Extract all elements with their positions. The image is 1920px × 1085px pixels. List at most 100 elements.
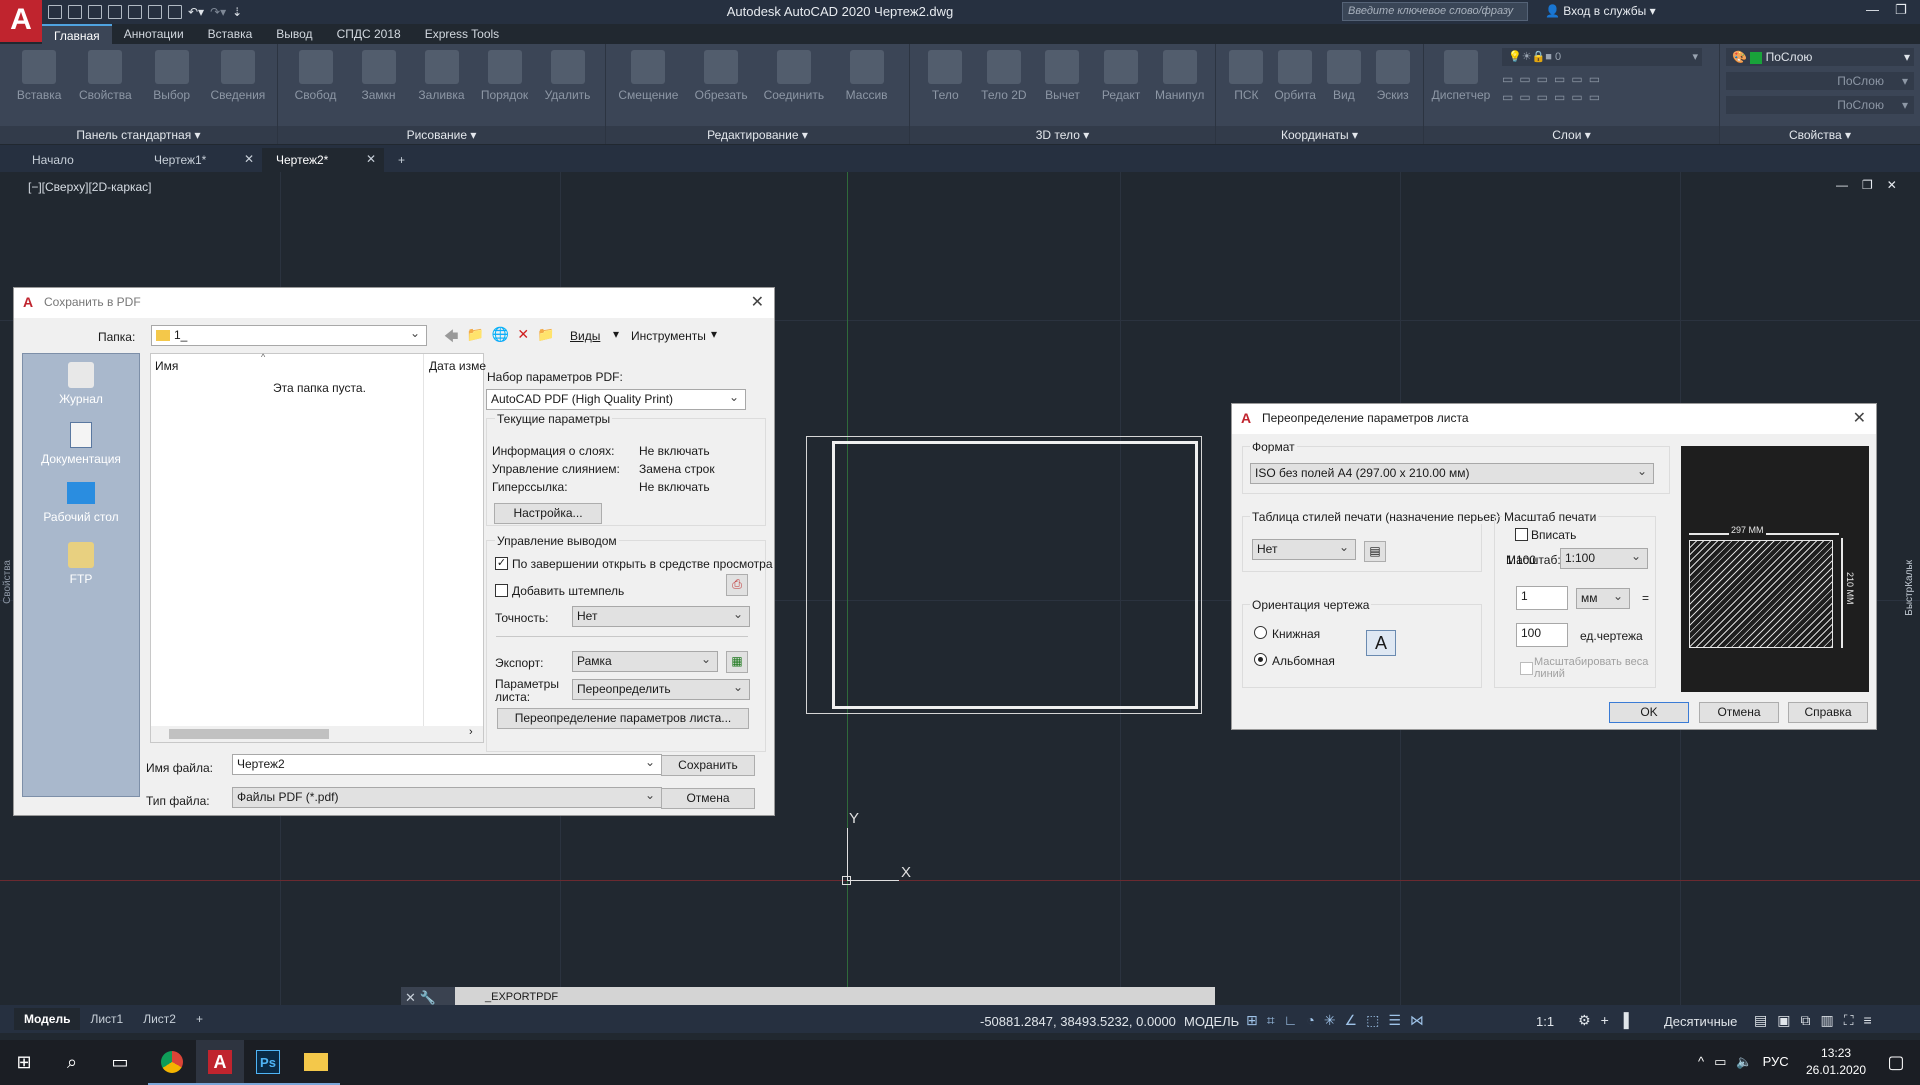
array-button[interactable]: Массив bbox=[836, 48, 898, 102]
landscape-radio[interactable] bbox=[1254, 653, 1267, 666]
info-button[interactable]: Сведения bbox=[207, 48, 269, 102]
order-button[interactable]: Порядок bbox=[474, 48, 536, 102]
add-layout-button[interactable]: + bbox=[186, 1008, 213, 1030]
desktop-place[interactable]: Рабочий стол bbox=[23, 482, 139, 524]
scale-lineweights-checkbox[interactable] bbox=[1520, 662, 1533, 675]
view-button[interactable]: Вид bbox=[1320, 48, 1369, 102]
network-icon[interactable]: ▭ bbox=[1714, 1054, 1726, 1070]
search-icon[interactable]: ⌕ bbox=[48, 1040, 96, 1085]
tab-drawing1[interactable]: Чертеж1* ✕ bbox=[140, 148, 262, 172]
select-window-icon[interactable]: ▦ bbox=[726, 651, 748, 673]
undo-icon[interactable]: ↶▾ bbox=[188, 5, 204, 19]
close-icon[interactable]: ✕ bbox=[244, 152, 254, 166]
gizmo-button[interactable]: Манипул bbox=[1150, 48, 1209, 102]
ucs-button[interactable]: ПСК bbox=[1222, 48, 1271, 102]
tab-layout1[interactable]: Лист1 bbox=[80, 1008, 133, 1030]
customize-icon[interactable]: ⇣ bbox=[232, 5, 242, 19]
trim-button[interactable]: Обрезать bbox=[690, 48, 752, 102]
precision-dropdown[interactable]: Нет bbox=[572, 606, 750, 627]
back-icon[interactable]: 🡄 bbox=[444, 326, 458, 350]
model-space-button[interactable]: МОДЕЛЬ bbox=[1184, 1014, 1239, 1029]
new-tab-button[interactable]: + bbox=[384, 148, 414, 172]
portrait-radio[interactable] bbox=[1254, 626, 1267, 639]
polar-icon[interactable]: ◔ bbox=[1306, 1012, 1314, 1029]
snap-icon[interactable]: ⌗ bbox=[1267, 1012, 1275, 1029]
units-input[interactable]: 100 bbox=[1516, 623, 1568, 647]
panel-title[interactable]: Рисование ▾ bbox=[278, 126, 605, 144]
orbit-button[interactable]: Орбита bbox=[1271, 48, 1320, 102]
plotstyle-edit-icon[interactable]: ▤ bbox=[1364, 541, 1386, 562]
close-icon[interactable]: ✕ bbox=[751, 292, 764, 312]
mm-input[interactable]: 1 bbox=[1516, 586, 1568, 610]
panel-title[interactable]: Панель стандартная ▾ bbox=[0, 126, 277, 144]
tab-start[interactable]: Начало bbox=[18, 148, 140, 172]
format-dropdown[interactable]: ISO без полей A4 (297.00 x 210.00 мм) bbox=[1250, 463, 1654, 484]
lineweight-dropdown[interactable]: ПоСлою ▾ bbox=[1726, 96, 1914, 114]
close-icon[interactable]: ✕ bbox=[405, 990, 416, 1005]
panel-title[interactable]: Редактирование ▾ bbox=[606, 126, 909, 144]
search-input[interactable]: Введите ключевое слово/фразу bbox=[1342, 2, 1528, 21]
ftp-place[interactable]: FTP bbox=[23, 542, 139, 586]
print-icon[interactable] bbox=[168, 5, 182, 19]
windows-start-icon[interactable]: ⊞ bbox=[0, 1040, 48, 1085]
tab-drawing2[interactable]: Чертеж2* ✕ bbox=[262, 148, 384, 172]
horizontal-scrollbar[interactable]: › bbox=[151, 726, 483, 742]
insert-button[interactable]: Вставка bbox=[8, 48, 70, 102]
file-list[interactable]: Имя ^ Дата изме Эта папка пуста. › bbox=[150, 352, 486, 743]
volume-icon[interactable]: 🔈 bbox=[1736, 1054, 1752, 1070]
tab-insert[interactable]: Вставка bbox=[196, 24, 265, 44]
plot-icon[interactable] bbox=[128, 5, 142, 19]
chrome-icon[interactable] bbox=[148, 1040, 196, 1085]
edit-button[interactable]: Редакт bbox=[1092, 48, 1151, 102]
tab-annotate[interactable]: Аннотации bbox=[112, 24, 196, 44]
new-icon[interactable] bbox=[48, 5, 62, 19]
save-icon[interactable] bbox=[88, 5, 102, 19]
minimize-icon[interactable]: — bbox=[1866, 2, 1879, 18]
dynucs-icon[interactable]: ⬚ bbox=[1366, 1012, 1379, 1029]
tab-model[interactable]: Модель bbox=[14, 1008, 81, 1030]
page-override-button[interactable]: Переопределение параметров листа... bbox=[497, 708, 749, 729]
filename-input[interactable]: Чертеж2 bbox=[232, 754, 662, 775]
annotation-scale[interactable]: 1:1 bbox=[1536, 1014, 1554, 1029]
transparency-icon[interactable]: ⋈ bbox=[1410, 1012, 1424, 1029]
coordinates-readout[interactable]: -50881.2847, 38493.5232, 0.0000 bbox=[980, 1014, 1176, 1029]
history-place[interactable]: Журнал bbox=[23, 362, 139, 406]
views-dropdown-icon[interactable]: ▾ bbox=[613, 327, 619, 341]
gear-icon[interactable]: ⚙ bbox=[1578, 1012, 1591, 1029]
save-as-icon[interactable] bbox=[108, 5, 122, 19]
isolate-icon[interactable]: ⧉ bbox=[1800, 1012, 1810, 1029]
open-icon[interactable] bbox=[68, 5, 82, 19]
web-icon[interactable] bbox=[148, 5, 162, 19]
column-date[interactable]: Дата изме bbox=[429, 359, 486, 373]
ortho-icon[interactable]: ∟ bbox=[1284, 1012, 1298, 1029]
page-setup-dropdown[interactable]: Переопределить bbox=[572, 679, 750, 700]
layer-dropdown[interactable]: 💡☀🔒■ 0 ▾ bbox=[1502, 48, 1702, 66]
up-folder-icon[interactable]: 📁 bbox=[466, 326, 483, 350]
close-icon[interactable]: ✕ bbox=[366, 152, 376, 166]
signin-button[interactable]: 👤 Вход в службы ▾ bbox=[1545, 4, 1656, 18]
otrack-icon[interactable]: ∠ bbox=[1345, 1012, 1358, 1029]
join-button[interactable]: Соединить bbox=[763, 48, 825, 102]
open-after-checkbox[interactable]: ✓ bbox=[495, 557, 508, 570]
filetype-dropdown[interactable]: Файлы PDF (*.pdf) bbox=[232, 787, 662, 808]
preset-dropdown[interactable]: AutoCAD PDF (High Quality Print) bbox=[486, 389, 746, 410]
sketch-button[interactable]: Эскиз bbox=[1368, 48, 1417, 102]
save-button[interactable]: Сохранить bbox=[661, 755, 755, 776]
documents-place[interactable]: Документация bbox=[23, 422, 139, 466]
units-icon[interactable]: ▐ bbox=[1619, 1012, 1629, 1029]
scroll-right-icon[interactable]: › bbox=[469, 726, 473, 738]
customize-icon[interactable]: ≡ bbox=[1864, 1012, 1872, 1029]
restore-icon[interactable]: ❐ bbox=[1895, 2, 1907, 18]
settings-button[interactable]: Настройка... bbox=[494, 503, 602, 524]
delete-icon[interactable]: ✕ bbox=[517, 326, 529, 350]
cancel-button[interactable]: Отмена bbox=[1699, 702, 1779, 723]
hatch-button[interactable]: Заливка bbox=[411, 48, 473, 102]
tools-menu[interactable]: Инструменты bbox=[631, 329, 706, 343]
fit-checkbox[interactable] bbox=[1515, 528, 1528, 541]
tab-output[interactable]: Вывод bbox=[264, 24, 324, 44]
subtract-button[interactable]: Вычет bbox=[1033, 48, 1092, 102]
select-button[interactable]: Выбор bbox=[141, 48, 203, 102]
explorer-icon[interactable] bbox=[292, 1040, 340, 1085]
osnap-icon[interactable]: ✳ bbox=[1324, 1012, 1336, 1029]
color-dropdown[interactable]: 🎨 ПоСлою ▾ bbox=[1726, 48, 1914, 66]
